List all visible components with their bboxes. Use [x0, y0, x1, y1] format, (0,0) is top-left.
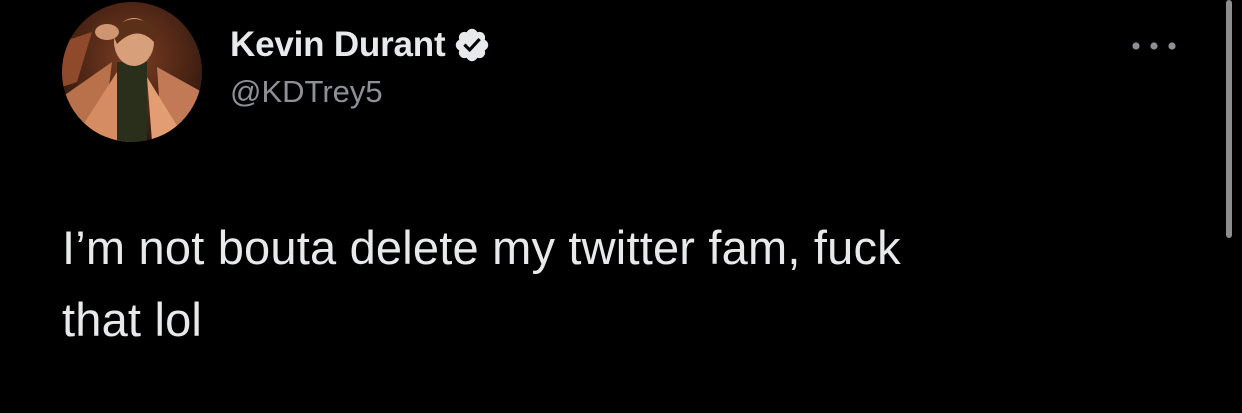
display-name[interactable]: Kevin Durant	[230, 25, 446, 65]
tweet-card: Kevin Durant @KDTrey5 I’m not bouta dele…	[0, 0, 1242, 413]
author-block: Kevin Durant @KDTrey5	[230, 22, 491, 110]
scrollbar[interactable]	[1226, 0, 1232, 238]
avatar[interactable]	[62, 2, 202, 142]
verified-badge-icon	[453, 26, 491, 64]
tweet-text: I’m not bouta delete my twitter fam, fuc…	[62, 221, 901, 346]
name-row: Kevin Durant	[230, 22, 491, 68]
more-horizontal-icon[interactable]	[1128, 36, 1180, 56]
handle[interactable]: @KDTrey5	[230, 74, 491, 110]
avatar-image	[62, 2, 202, 142]
